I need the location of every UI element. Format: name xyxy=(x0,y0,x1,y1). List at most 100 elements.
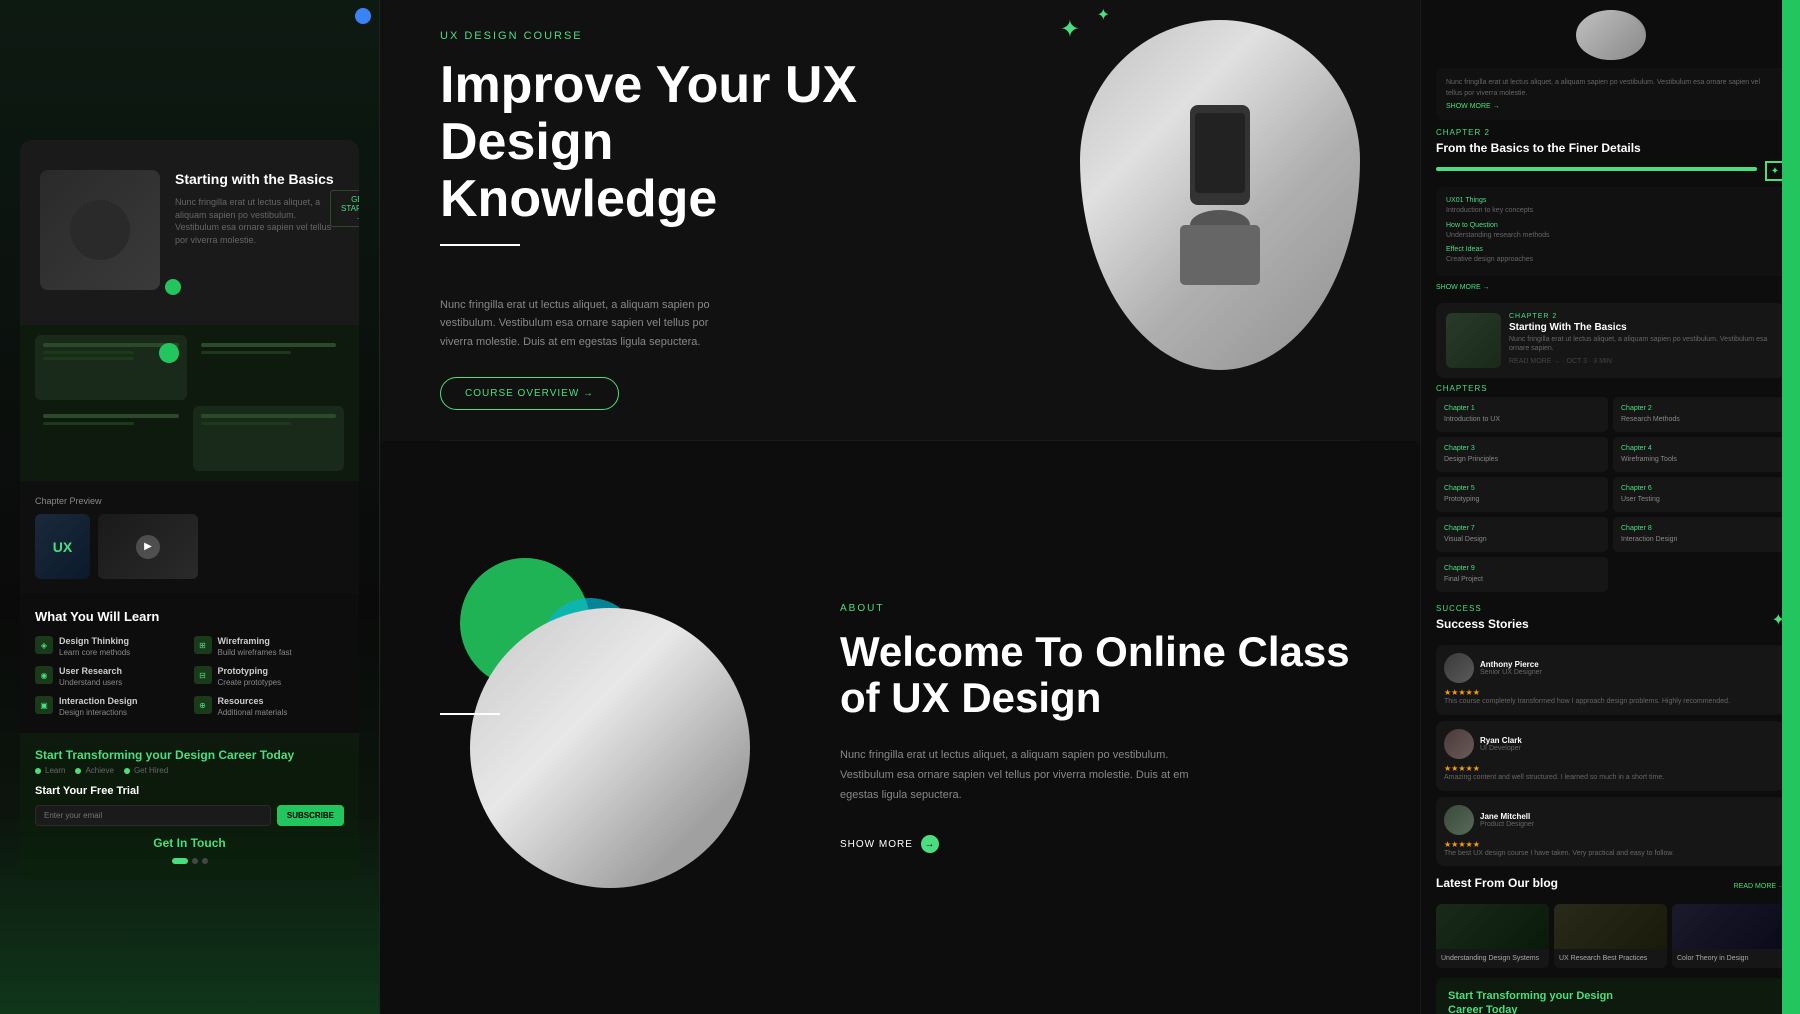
rp-basics-item-2: How to Question Understanding research m… xyxy=(1446,222,1775,242)
rp-success-title: Success Stories xyxy=(1436,617,1529,631)
chapter-item-9: Chapter 9 Final Project xyxy=(1436,557,1608,592)
rp-avatar-info-1: Anthony Pierce Senior UX Designer xyxy=(1480,660,1542,676)
lp-learn-grid: ◈ Design ThinkingLearn core methods ⊞ Wi… xyxy=(35,636,344,718)
learn-item-4: ⊟ PrototypingCreate prototypes xyxy=(194,666,345,688)
rp-show-more-2[interactable]: SHOW MORE → xyxy=(1436,284,1785,291)
rp-testimonial-header-2: Ryan Clark UI Developer xyxy=(1444,729,1777,759)
chapter-num-7: Chapter 7 xyxy=(1444,525,1600,532)
about-label: ABOUT xyxy=(840,603,1360,614)
meta-label-learn: Learn xyxy=(45,766,65,775)
about-section: ABOUT Welcome To Online Class of UX Desi… xyxy=(380,441,1420,1014)
rp-basics-label: CHAPTER 2 xyxy=(1436,128,1785,137)
learn-text-1: Design ThinkingLearn core methods xyxy=(59,636,130,658)
rp-item-text-1: Introduction to key concepts xyxy=(1446,206,1775,217)
lp-hero-btn[interactable]: GET STARTED → xyxy=(330,190,359,227)
rp-stars-3: ★★★★★ xyxy=(1444,840,1777,849)
rp-card-image xyxy=(1446,313,1501,368)
chapter-text-6: User Testing xyxy=(1621,495,1777,504)
rp-testimonial-3: Jane Mitchell Product Designer ★★★★★ The… xyxy=(1436,797,1785,867)
chapter-text-8: Interaction Design xyxy=(1621,535,1777,544)
meta-label-hired: Get Hired xyxy=(134,766,168,775)
lp-screen-1 xyxy=(35,335,187,400)
chapter-item-6: Chapter 6 User Testing xyxy=(1613,477,1785,512)
chapter-text-2: Research Methods xyxy=(1621,415,1777,424)
rp-testimonial-text-3: The best UX design course I have taken. … xyxy=(1444,849,1777,859)
lp-subscribe-btn[interactable]: SUBSCRIBE xyxy=(277,805,344,826)
lp-learn-title: What You Will Learn xyxy=(35,609,344,624)
chapter-item-2: Chapter 2 Research Methods xyxy=(1613,397,1785,432)
right-scroll: Nunc fringilla erat ut lectus aliquet, a… xyxy=(1421,0,1800,1014)
about-circle-image xyxy=(470,608,750,888)
rp-avatar-2 xyxy=(1444,729,1474,759)
rp-cta-title: Start Transforming your Design xyxy=(1448,990,1773,1002)
rp-blog-item-2: UX Research Best Practices xyxy=(1554,904,1667,968)
hero-underline xyxy=(440,244,520,246)
meta-label-achieve: Achieve xyxy=(85,766,113,775)
right-panel: Nunc fringilla erat ut lectus aliquet, a… xyxy=(1420,0,1800,1014)
rp-success-label: SUCCESS xyxy=(1436,604,1529,613)
learn-text-3: User ResearchUnderstand users xyxy=(59,666,122,688)
chapter-item-4: Chapter 4 Wireframing Tools xyxy=(1613,437,1785,472)
rp-blog-title-2: UX Research Best Practices xyxy=(1559,954,1662,963)
rp-basics-item-1: UX01 Things Introduction to key concepts xyxy=(1446,197,1775,217)
lp-screen-3 xyxy=(35,406,187,471)
hero-image xyxy=(1080,20,1360,370)
chapter-item-5: Chapter 5 Prototyping xyxy=(1436,477,1608,512)
chapter-item-7: Chapter 7 Visual Design xyxy=(1436,517,1608,552)
rp-blog-img-2 xyxy=(1554,904,1667,949)
about-text: ABOUT Welcome To Online Class of UX Desi… xyxy=(790,603,1360,854)
chapter-text-4: Wireframing Tools xyxy=(1621,455,1777,464)
learn-text-5: Interaction DesignDesign interactions xyxy=(59,696,138,718)
play-button[interactable]: ▶ xyxy=(136,535,160,559)
rp-success-title-block: SUCCESS Success Stories xyxy=(1436,604,1529,637)
lp-email-input[interactable] xyxy=(35,805,271,826)
hero-description: Nunc fringilla erat ut lectus aliquet, a… xyxy=(440,296,720,352)
rp-card-title: Starting With The Basics xyxy=(1509,322,1775,333)
rp-blog-section: Latest From Our blog READ MORE → Underst… xyxy=(1436,876,1785,968)
rp-show-more-1[interactable]: SHOW MORE → xyxy=(1446,103,1775,110)
lp-chapter-thumbnail: ▶ xyxy=(98,514,198,579)
rp-item-label-3: Effect Ideas xyxy=(1446,246,1775,253)
rp-avatar-sub-2: UI Developer xyxy=(1480,745,1522,752)
rp-card-label: CHAPTER 2 xyxy=(1509,313,1775,320)
lp-screen-2 xyxy=(193,335,345,400)
rp-testimonial-header-3: Jane Mitchell Product Designer xyxy=(1444,805,1777,835)
hero-section: UX DESIGN COURSE Improve Your UX Design … xyxy=(380,0,1420,440)
learn-text-6: ResourcesAdditional materials xyxy=(218,696,288,718)
show-more-btn[interactable]: SHOW MORE → xyxy=(840,835,1360,853)
chapter-num-6: Chapter 6 xyxy=(1621,485,1777,492)
page-dot-2 xyxy=(192,858,198,864)
learn-item-3: ◉ User ResearchUnderstand users xyxy=(35,666,186,688)
hero-illustration xyxy=(1150,85,1290,305)
rp-testimonial-header-1: Anthony Pierce Senior UX Designer xyxy=(1444,653,1777,683)
learn-icon-5: ▣ xyxy=(35,696,53,714)
sparkle-icon-1: ✦ xyxy=(1060,15,1080,44)
rp-cta-section: Start Transforming your Design Career To… xyxy=(1436,978,1785,1014)
rp-blog-read-more[interactable]: READ MORE → xyxy=(1734,883,1785,890)
rp-card-row: CHAPTER 2 Starting With The Basics Nunc … xyxy=(1446,313,1775,368)
rp-chapters-label: CHAPTERS xyxy=(1436,384,1785,393)
course-overview-btn[interactable]: COURSE OVERVIEW → xyxy=(440,377,619,410)
rp-avatar-sub-1: Senior UX Designer xyxy=(1480,669,1542,676)
rp-blog-content-3: Color Theory in Design xyxy=(1672,949,1785,968)
about-description: Nunc fringilla erat ut lectus aliquet, a… xyxy=(840,746,1220,805)
learn-icon-1: ◈ xyxy=(35,636,53,654)
lp-get-in-touch[interactable]: Get In Touch xyxy=(35,836,344,850)
page-dot-1 xyxy=(172,858,188,864)
rp-testimonial-text-1: This course completely transformed how I… xyxy=(1444,697,1777,707)
rp-success-section: SUCCESS Success Stories ✦ Anthony Pierce… xyxy=(1436,604,1785,866)
rp-avatar-1 xyxy=(1444,653,1474,683)
rp-blog-header: Latest From Our blog READ MORE → xyxy=(1436,876,1785,896)
rp-basics-items: UX01 Things Introduction to key concepts… xyxy=(1436,187,1785,276)
left-panel: Starting with the Basics Nunc fringilla … xyxy=(0,0,380,1014)
rp-text-block-1: Nunc fringilla erat ut lectus aliquet, a… xyxy=(1436,68,1785,120)
rp-avatar-3 xyxy=(1444,805,1474,835)
chapter-text-3: Design Principles xyxy=(1444,455,1600,464)
learn-text-2: WireframingBuild wireframes fast xyxy=(218,636,292,658)
chapter-num-9: Chapter 9 xyxy=(1444,565,1600,572)
lp-meta-learn: Learn xyxy=(35,766,65,775)
rp-stars-2: ★★★★★ xyxy=(1444,764,1777,773)
chapter-text-7: Visual Design xyxy=(1444,535,1600,544)
about-line-accent xyxy=(440,713,500,715)
rp-basics-title: From the Basics to the Finer Details xyxy=(1436,141,1785,155)
